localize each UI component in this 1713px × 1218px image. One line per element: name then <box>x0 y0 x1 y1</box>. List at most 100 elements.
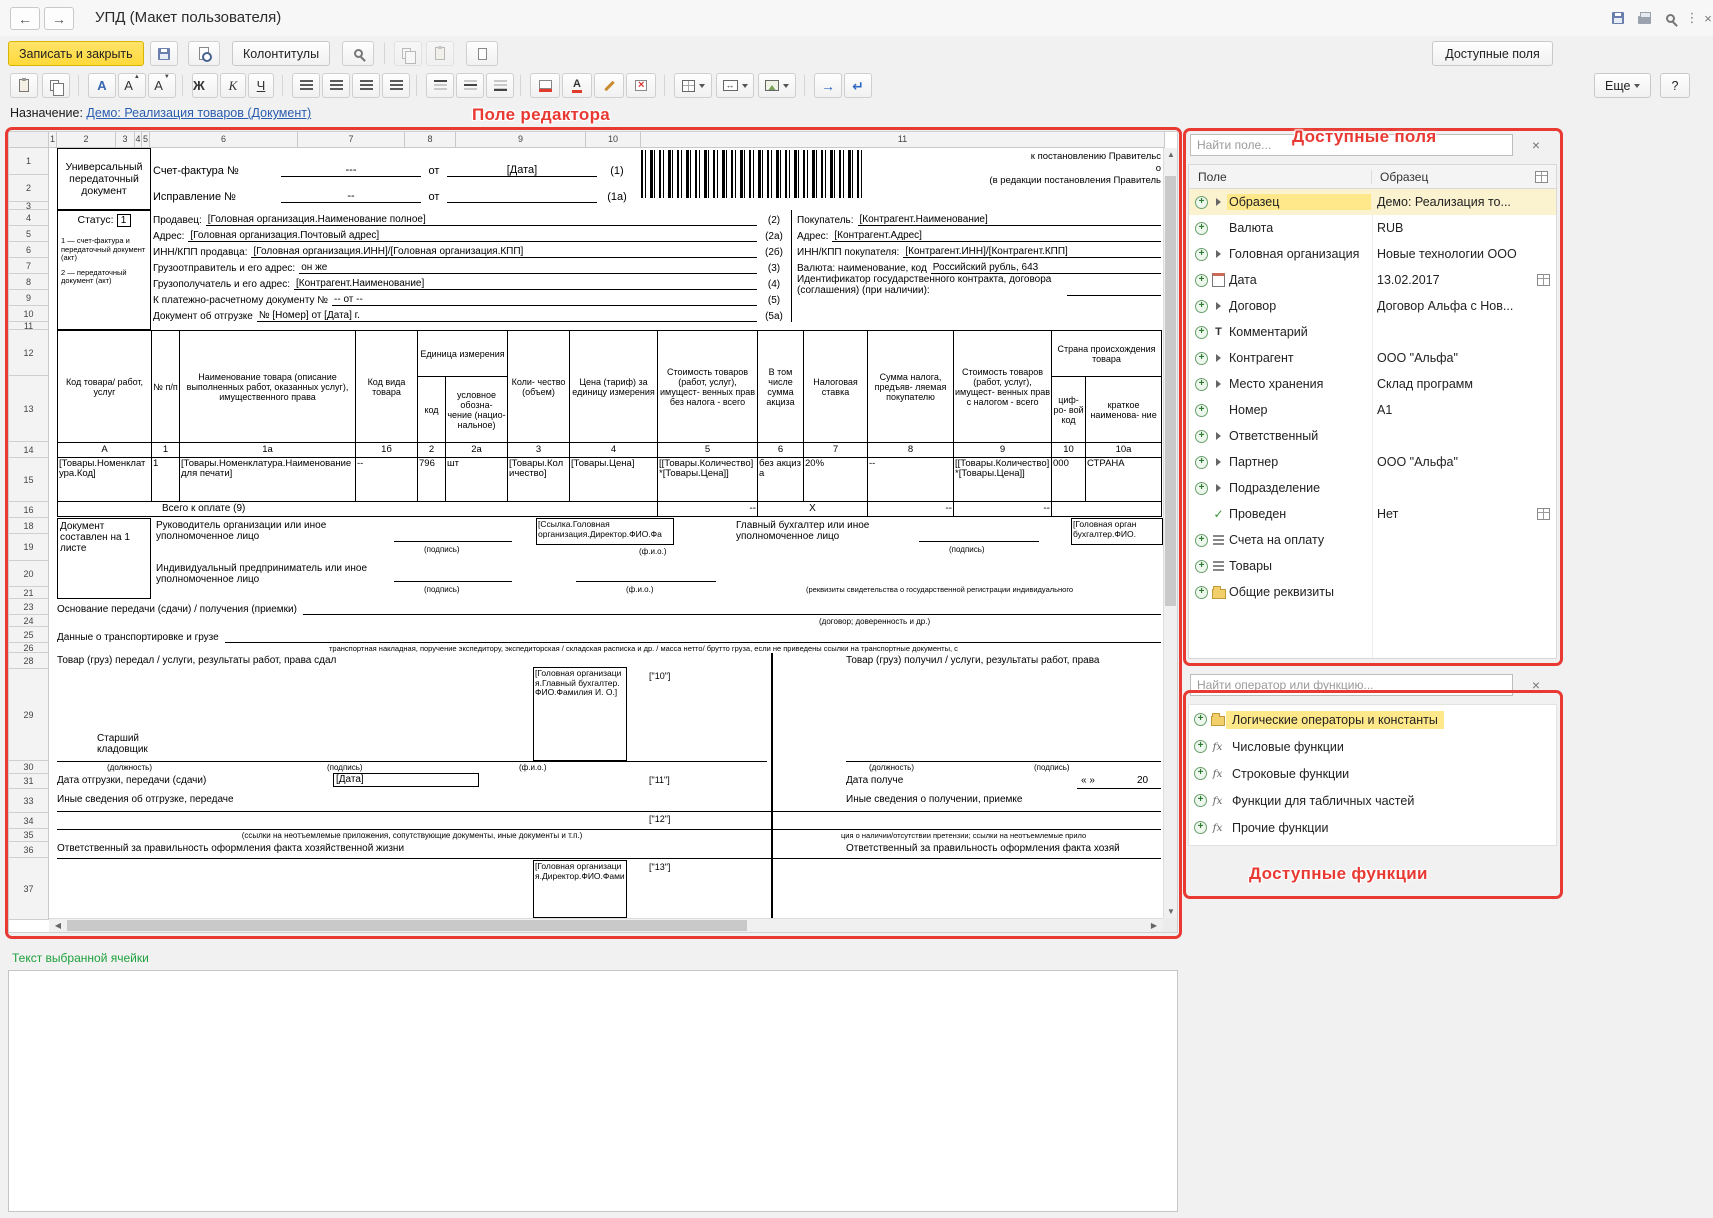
text-direction-button[interactable]: → <box>814 73 842 98</box>
lookup-icon[interactable] <box>1535 272 1552 289</box>
column-header[interactable]: 11 <box>641 132 1165 148</box>
row-header[interactable]: 31 <box>9 774 49 789</box>
field-row[interactable]: Партнер ООО "Альфа" <box>1189 449 1556 475</box>
selected-cell-text[interactable] <box>8 970 1178 1212</box>
scroll-left-icon[interactable]: ◀ <box>51 921 65 930</box>
items-header-excise[interactable]: В том числе сумма акциза <box>758 331 804 443</box>
receive-date-year[interactable]: 20 <box>1137 775 1148 786</box>
row-header[interactable]: 35 <box>9 829 49 842</box>
column-header[interactable]: 8 <box>405 132 456 148</box>
field-row[interactable]: Проведен Нет <box>1189 501 1556 527</box>
function-row[interactable]: Прочие функции <box>1188 814 1557 841</box>
plus-icon[interactable] <box>1193 220 1210 237</box>
text-icon[interactable] <box>1210 324 1227 341</box>
field-row[interactable]: Дата 13.02.2017 <box>1189 267 1556 293</box>
accountant-name-cell[interactable]: [Головная орган бухгалтер.ФИО. <box>1071 518 1163 545</box>
row-header[interactable]: 30 <box>9 761 49 774</box>
ship-date-value[interactable]: [Дата] <box>333 773 479 787</box>
invoice-row[interactable]: Счет-фактура № --- от [Дата] (1) <box>153 151 647 177</box>
status-cell[interactable]: Статус: 1 1 — счет-фактура и передаточны… <box>57 210 151 330</box>
field-row[interactable]: Подразделение <box>1189 475 1556 501</box>
assignment-link[interactable]: Демо: Реализация товаров (Документ) <box>86 106 311 120</box>
calendar-icon[interactable] <box>1210 272 1227 289</box>
close-button[interactable]: × <box>1698 8 1713 28</box>
zoom-title-button[interactable] <box>1660 8 1680 28</box>
print-title-button[interactable] <box>1634 8 1654 28</box>
function-row[interactable]: Логические операторы и константы <box>1188 706 1557 733</box>
buyer-row[interactable]: Валюта: наименование, код Российский руб… <box>797 258 1161 274</box>
items-data-cell[interactable]: СТРАНА <box>1086 458 1162 502</box>
row-header[interactable]: 5 <box>9 226 49 242</box>
bold-button[interactable]: Ж <box>192 73 218 98</box>
column-header[interactable]: 6 <box>150 132 298 148</box>
row-header[interactable]: 11 <box>9 322 49 330</box>
forward-button[interactable]: → <box>44 7 74 30</box>
plus-icon[interactable] <box>1193 532 1210 549</box>
status-value[interactable]: 1 <box>117 214 131 227</box>
function-row[interactable]: Строковые функции <box>1188 760 1557 787</box>
merge-cells-button[interactable]: ↔ <box>716 73 754 98</box>
column-header[interactable]: 2 <box>57 132 116 148</box>
buyer-row[interactable]: ИНН/КПП покупателя: [Контрагент.ИНН]/[Ко… <box>797 242 1161 258</box>
function-row[interactable]: Функции для табличных частей <box>1188 787 1557 814</box>
row-header[interactable]: 20 <box>9 561 49 587</box>
column-header[interactable]: 7 <box>298 132 405 148</box>
row-header[interactable]: 36 <box>9 842 49 858</box>
function-search-clear-button[interactable]: × <box>1527 676 1545 694</box>
chevron-right-icon[interactable] <box>1210 350 1227 367</box>
field-row[interactable]: Ответственный <box>1189 423 1556 449</box>
items-data-cell[interactable]: [Товары.Номенклатура.Код] <box>58 458 152 502</box>
row-header[interactable]: 25 <box>9 627 49 643</box>
chevron-right-icon[interactable] <box>1210 480 1227 497</box>
responsible-name-cell[interactable]: [Головная организация.Директор.ФИО.Фами <box>533 860 627 918</box>
row-header[interactable]: 29 <box>9 669 49 761</box>
find-button[interactable] <box>342 41 374 66</box>
field-row[interactable]: Договор Договор Альфа с Нов... <box>1189 293 1556 319</box>
column-header[interactable]: 1 <box>49 132 57 148</box>
row-header[interactable]: 4 <box>9 210 49 226</box>
row-header[interactable]: 15 <box>9 458 49 502</box>
seller-row[interactable]: Грузоотправитель и его адрес: он же (3) <box>153 258 791 274</box>
valign-middle-button[interactable] <box>456 73 484 98</box>
items-code-cell[interactable]: 10а <box>1086 443 1162 458</box>
horizontal-scrollbar[interactable]: ◀ ▶ <box>49 918 1163 932</box>
items-code-cell[interactable]: 1б <box>356 443 418 458</box>
customize-columns-icon[interactable] <box>1533 168 1550 185</box>
items-code-cell[interactable]: 7 <box>804 443 868 458</box>
chevron-right-icon[interactable] <box>1210 194 1227 211</box>
headers-footers-button[interactable]: Колонтитулы <box>232 41 330 66</box>
items-code-cell[interactable]: 1а <box>180 443 356 458</box>
items-header-unit[interactable]: Единица измерения <box>418 331 508 377</box>
items-code-cell[interactable]: 4 <box>570 443 658 458</box>
save-close-button[interactable]: Записать и закрыть <box>8 41 144 66</box>
items-code-cell[interactable]: 10 <box>1052 443 1086 458</box>
row-header[interactable]: 24 <box>9 615 49 627</box>
row-header[interactable]: 19 <box>9 534 49 561</box>
chevron-right-icon[interactable] <box>1210 376 1227 393</box>
row-header[interactable]: 18 <box>9 518 49 534</box>
items-code-cell[interactable]: 5 <box>658 443 758 458</box>
items-header-tax-rate[interactable]: Налоговая ставка <box>804 331 868 443</box>
seller-row[interactable]: К платежно-расчетному документу № -- от … <box>153 290 791 306</box>
preview-button[interactable] <box>188 41 220 66</box>
plus-icon[interactable] <box>1193 298 1210 315</box>
plus-icon[interactable] <box>1192 711 1209 728</box>
items-data-cell[interactable]: 1 <box>152 458 180 502</box>
items-header-unit-code[interactable]: код <box>418 377 446 443</box>
head-name-cell[interactable]: [Ссылка.Головная организация.Директор.ФИ… <box>536 518 674 545</box>
total-cost-no-tax[interactable]: -- <box>658 502 758 517</box>
sheet-note-cell[interactable]: Документ составлен на 1 листе <box>57 518 151 599</box>
column-header[interactable]: 10 <box>586 132 641 148</box>
total-x[interactable]: X <box>758 502 868 517</box>
scroll-down-icon[interactable]: ▼ <box>1164 907 1178 916</box>
row-header[interactable]: 21 <box>9 587 49 599</box>
buyer-row[interactable]: Адрес: [Контрагент.Адрес] <box>797 226 1161 242</box>
items-code-cell[interactable]: А <box>58 443 152 458</box>
items-data-cell[interactable]: -- <box>868 458 954 502</box>
field-search-clear-button[interactable]: × <box>1527 136 1545 154</box>
row-header[interactable]: 1 <box>9 148 49 175</box>
plus-icon[interactable] <box>1193 246 1210 263</box>
total-empty[interactable] <box>1052 502 1162 517</box>
items-header-unit-symbol[interactable]: условное обозна- чение (нацио- нальное) <box>446 377 508 443</box>
doc-title-cell[interactable]: Универсальный передаточный документ <box>57 148 151 210</box>
